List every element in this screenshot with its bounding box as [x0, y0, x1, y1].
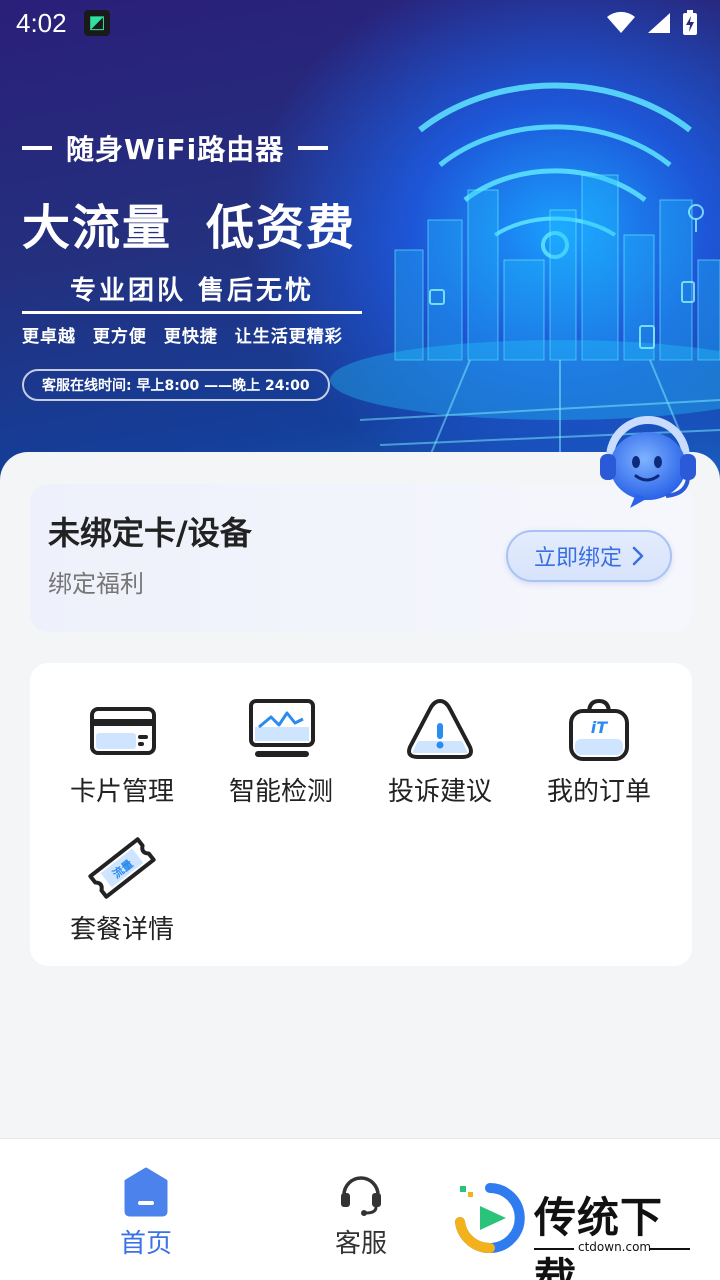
- banner-title-right: 低资费: [206, 200, 357, 256]
- dash-left: [22, 146, 52, 150]
- headset-icon: [341, 1176, 381, 1216]
- banner-title-left: 大流量: [22, 200, 173, 256]
- feature-label: 套餐详情: [69, 915, 174, 945]
- feature-complaints-suggestions[interactable]: 投诉建议: [365, 697, 515, 817]
- watermark-logo-icon: [455, 1183, 525, 1254]
- bind-now-button[interactable]: 立即绑定: [506, 530, 672, 582]
- status-bar: 4:02 ◩: [0, 0, 720, 48]
- service-hours-badge: 客服在线时间: 早上8:00 ——晚上 24:00: [22, 369, 330, 401]
- bind-card-subtitle: 绑定福利: [48, 570, 144, 598]
- feature-package-details[interactable]: 流量 套餐详情: [47, 835, 197, 955]
- bind-card-title: 未绑定卡/设备: [48, 514, 252, 552]
- banner-team: 专业团队 售后无忧: [22, 270, 362, 314]
- bind-device-card[interactable]: 未绑定卡/设备 绑定福利 立即绑定: [30, 484, 692, 632]
- monitor-icon: [249, 699, 315, 757]
- battery-charging-icon: [683, 10, 697, 35]
- card-icon: [90, 707, 156, 755]
- banner-tagline-text: 随身WiFi路由器: [66, 133, 285, 166]
- cellular-signal-icon: [648, 13, 670, 33]
- banner-big-title: 大流量 低资费: [22, 188, 362, 258]
- promo-banner[interactable]: 4:02 ◩ 随身WiFi路由器 大流量 低资费 专业团队 售后无忧 更卓越 更方…: [0, 0, 720, 480]
- ticket-icon: 流量: [88, 837, 156, 899]
- app-notification-icon: ◩: [84, 10, 110, 36]
- nav-home-label: 首页: [119, 1229, 172, 1259]
- feature-label: 投诉建议: [387, 777, 492, 807]
- wifi-status-icon: [607, 11, 635, 33]
- warning-icon: [407, 699, 473, 759]
- banner-perks: 更卓越 更方便 更快捷 让生活更精彩: [22, 327, 343, 347]
- feature-label: 智能检测: [228, 777, 333, 807]
- watermark-url: ctdown.com: [578, 1240, 652, 1254]
- banner-tagline: 随身WiFi路由器: [22, 128, 362, 168]
- watermark-rule-left: [534, 1248, 574, 1250]
- watermark-rule-right: [650, 1248, 690, 1250]
- feature-smart-detection[interactable]: 智能检测: [206, 697, 356, 817]
- home-icon: [124, 1167, 168, 1217]
- svg-text:iT: iT: [591, 718, 608, 737]
- bind-now-label: 立即绑定: [533, 546, 622, 571]
- chevron-right-icon: [632, 546, 644, 566]
- dash-right: [298, 146, 329, 150]
- feature-label: 卡片管理: [69, 777, 174, 807]
- status-time: 4:02: [16, 8, 67, 38]
- feature-my-orders[interactable]: iT 我的订单: [524, 697, 674, 817]
- customer-service-mascot-icon[interactable]: [596, 414, 700, 510]
- nav-service-label: 客服: [334, 1229, 387, 1259]
- nav-customer-service[interactable]: 客服: [301, 1167, 421, 1260]
- site-watermark: 传统下载 ctdown.com: [450, 1182, 700, 1280]
- feature-card-management[interactable]: 卡片管理: [47, 697, 197, 817]
- order-bag-icon: iT: [569, 698, 629, 761]
- banner-headline: 随身WiFi路由器 大流量 低资费 专业团队 售后无忧 更卓越 更方便 更快捷 让…: [22, 128, 362, 401]
- nav-home[interactable]: 首页: [86, 1167, 206, 1260]
- feature-grid: 卡片管理 智能检测 投诉建议 iT 我的订单 流量 套餐详情: [30, 663, 692, 966]
- watermark-title: 传统下载: [534, 1193, 664, 1280]
- feature-label: 我的订单: [546, 777, 651, 807]
